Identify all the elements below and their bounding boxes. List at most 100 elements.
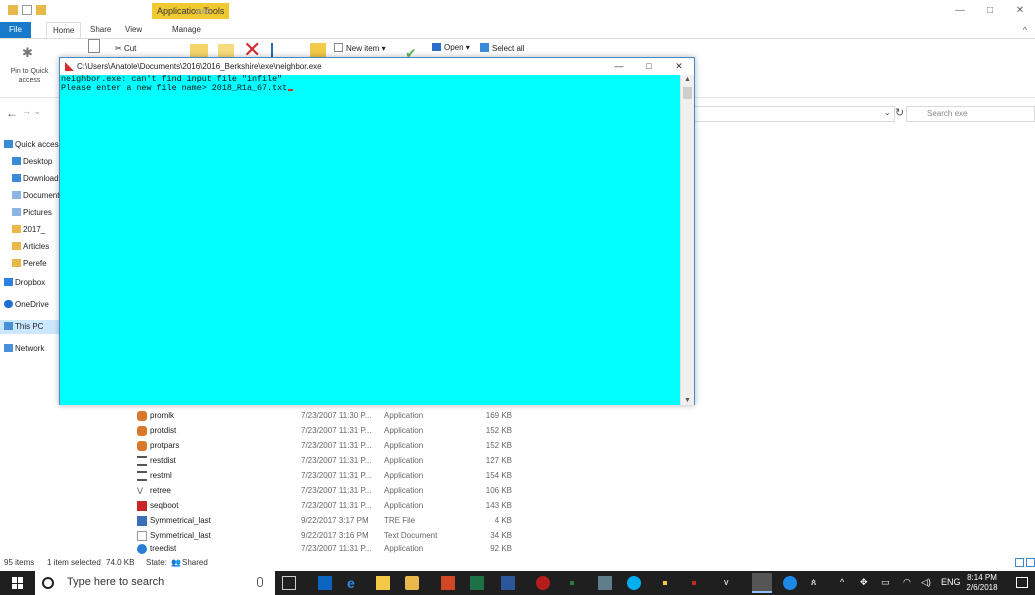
action-center-icon[interactable]	[1016, 577, 1028, 588]
console-output[interactable]: neighbor.exe: can't find input file "inf…	[60, 75, 680, 405]
file-explorer-icon[interactable]	[376, 576, 390, 590]
folder-icon[interactable]	[8, 5, 18, 15]
tab-home[interactable]: Home	[46, 22, 82, 38]
scroll-down-icon[interactable]: ▼	[684, 397, 691, 404]
skype-icon[interactable]	[627, 576, 641, 590]
chevron-up-icon[interactable]: ^	[840, 577, 844, 587]
application-tools-tab[interactable]: Application Tools	[152, 3, 230, 19]
people-icon[interactable]: ጰ	[811, 577, 816, 588]
tray-dot-icon[interactable]	[570, 581, 574, 585]
new-folder-icon[interactable]	[310, 43, 326, 57]
console-title-bar[interactable]: C:\Users\Anatole\Documents\2016\2016_Ber…	[60, 58, 694, 75]
copy-to-icon[interactable]	[218, 44, 234, 58]
file-row-protpars[interactable]: protpars 7/23/2007 11:31 P... Applicatio…	[134, 439, 534, 453]
phylip-app-icon[interactable]	[536, 576, 550, 590]
file-row-seqboot[interactable]: seqboot 7/23/2007 11:31 P... Application…	[134, 499, 534, 513]
details-view-icon[interactable]	[1015, 558, 1024, 567]
nav-item-quick-access[interactable]: Quick access	[4, 138, 64, 152]
quick-access-toolbar	[8, 5, 46, 15]
scroll-up-icon[interactable]: ▲	[684, 76, 691, 83]
status-bar: 95 items 1 item selected 74.0 KB State: …	[0, 556, 1035, 570]
scissors-icon: ✂	[115, 44, 124, 53]
wifi-icon[interactable]: ◠	[903, 577, 911, 588]
computer-icon	[4, 322, 13, 330]
back-arrow-icon[interactable]: ←	[6, 106, 18, 120]
console-prompt-line[interactable]: Please enter a new file name> 2018_R1a_6…	[61, 84, 679, 93]
edge-icon[interactable]: e	[347, 576, 361, 590]
copy-icon[interactable]	[88, 39, 100, 53]
nav-item-onedrive[interactable]: OneDrive	[4, 298, 64, 312]
console-window[interactable]: C:\Users\Anatole\Documents\2016\2016_Ber…	[59, 57, 695, 405]
help-icon[interactable]	[783, 576, 797, 590]
store-icon[interactable]	[405, 576, 419, 590]
chevron-up-icon[interactable]: ^	[1023, 25, 1027, 35]
powerpoint-icon[interactable]	[441, 576, 455, 590]
file-row-treedist[interactable]: treedist 7/23/2007 11:31 P... Applicatio…	[134, 542, 534, 556]
file-row-symmetrical-txt[interactable]: Symmetrical_last 9/22/2017 3:16 PM Text …	[134, 529, 534, 543]
minimize-icon[interactable]: —	[604, 58, 634, 75]
pin-to-quick-access-button[interactable]: Pin to Quick access	[2, 67, 57, 85]
state-label: State:	[146, 558, 167, 567]
file-row-protdist[interactable]: protdist 7/23/2007 11:31 P... Applicatio…	[134, 424, 534, 438]
move-to-icon[interactable]	[190, 44, 208, 58]
properties-icon[interactable]	[22, 5, 32, 15]
pictures-icon	[12, 208, 21, 216]
windows-start-icon[interactable]	[12, 577, 24, 589]
maximize-icon[interactable]: □	[634, 58, 664, 75]
file-row-restdist[interactable]: restdist 7/23/2007 11:31 P... Applicatio…	[134, 454, 534, 468]
console-scrollbar[interactable]: ▲ ▼	[680, 75, 694, 405]
task-view-icon[interactable]	[282, 576, 296, 590]
refresh-icon[interactable]: ↻	[895, 106, 904, 119]
tray-dot-icon[interactable]	[692, 581, 696, 585]
microphone-icon[interactable]	[257, 577, 263, 587]
tre-file-icon	[137, 516, 147, 526]
tab-file[interactable]: File	[0, 22, 31, 38]
language-indicator[interactable]: ENG	[941, 577, 961, 587]
application-icon	[137, 441, 147, 451]
minimize-icon[interactable]: —	[945, 0, 975, 22]
forward-arrow-icon[interactable]: → ⌄	[22, 106, 41, 117]
new-item-button[interactable]: New item ▾	[334, 43, 386, 53]
new-folder-icon[interactable]	[36, 5, 46, 15]
file-row-symmetrical-tre[interactable]: Symmetrical_last 9/22/2017 3:17 PM TRE F…	[134, 514, 534, 528]
cut-button[interactable]: ✂ Cut	[115, 44, 136, 53]
console-taskbar-icon[interactable]	[752, 573, 772, 593]
word-icon[interactable]	[501, 576, 515, 590]
address-bar[interactable]	[690, 106, 895, 122]
item-count: 95 items	[4, 558, 35, 567]
tab-manage[interactable]: Manage	[166, 22, 207, 38]
open-button[interactable]: Open ▾	[432, 43, 470, 52]
battery-icon[interactable]: ▭	[881, 577, 890, 588]
notepad-icon[interactable]	[598, 576, 612, 590]
nav-item-this-pc[interactable]: This PC	[0, 320, 60, 334]
taskbar-search[interactable]: Type here to search	[35, 571, 275, 595]
maximize-icon[interactable]: □	[975, 0, 1005, 22]
large-icons-view-icon[interactable]	[1026, 558, 1035, 567]
excel-icon[interactable]	[470, 576, 484, 590]
list-application-icon	[137, 456, 147, 466]
file-row-promlk[interactable]: promlk 7/23/2007 11:30 P... Application …	[134, 409, 534, 423]
close-icon[interactable]: ✕	[664, 58, 694, 75]
shared-label: Shared	[182, 558, 208, 567]
tab-view[interactable]: View	[119, 22, 148, 38]
outlook-icon[interactable]	[318, 576, 332, 590]
pin-icon[interactable]: ✱	[22, 45, 33, 61]
tray-dot-icon[interactable]	[663, 581, 667, 585]
dropbox-icon	[4, 278, 13, 286]
nav-item-network[interactable]: Network	[4, 342, 64, 356]
vpn-icon[interactable]: v	[724, 577, 729, 587]
file-row-retree[interactable]: V retree 7/23/2007 11:31 P... Applicatio…	[134, 484, 534, 498]
chevron-down-icon[interactable]: ⌄	[884, 108, 891, 117]
scroll-thumb[interactable]	[683, 87, 692, 99]
clock[interactable]: 8:14 PM 2/6/2018	[960, 573, 1004, 593]
select-all-button[interactable]: Select all	[480, 43, 524, 53]
search-input[interactable]: Search exe	[906, 106, 1035, 122]
close-icon[interactable]: ✕	[1005, 0, 1035, 22]
volume-icon[interactable]: ◁)	[921, 577, 931, 588]
nav-item-dropbox[interactable]: Dropbox	[4, 276, 64, 290]
explorer-window-controls: — □ ✕	[945, 0, 1035, 22]
navigation-pane: Quick access Desktop Downloads Documents…	[0, 130, 63, 550]
tab-share[interactable]: Share	[84, 22, 117, 38]
file-row-restml[interactable]: restml 7/23/2007 11:31 P... Application …	[134, 469, 534, 483]
dropbox-tray-icon[interactable]: ✥	[860, 577, 868, 588]
